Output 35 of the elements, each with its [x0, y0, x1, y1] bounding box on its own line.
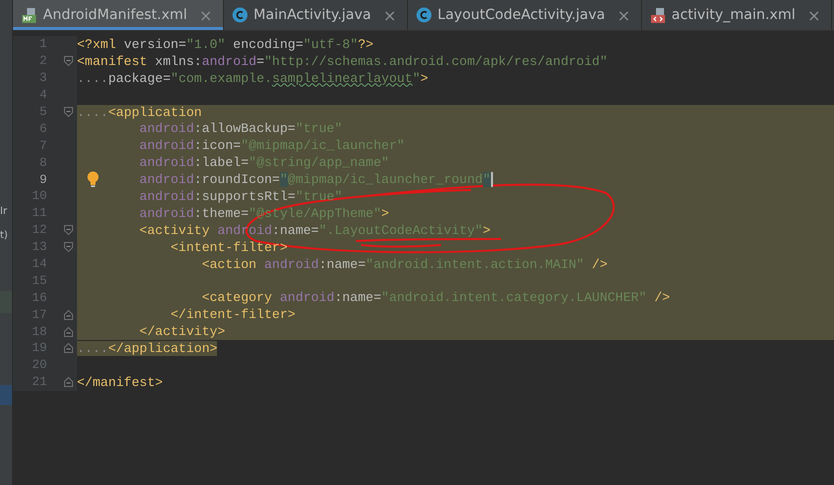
close-icon[interactable]: × [617, 6, 631, 24]
file-tab[interactable]: activity_main.xml × [642, 0, 832, 30]
code-line: <?xml version="1.0" encoding="utf-8"?> [77, 36, 374, 52]
unfold-icon[interactable] [64, 326, 73, 337]
panel-row-highlight [0, 385, 12, 405]
file-tab[interactable]: LayoutCodeActivity.java × [408, 0, 642, 30]
code-line: ....</application> [77, 340, 218, 356]
layout-file-icon [650, 7, 666, 23]
code-line: </intent-filter> [170, 307, 296, 322]
code-line: </manifest> [77, 374, 163, 390]
class-icon [416, 7, 432, 23]
fold-icon[interactable] [64, 225, 73, 236]
fold-icon[interactable] [64, 242, 73, 252]
code-line: ....<application [77, 104, 202, 120]
code-line: </activity> [138, 324, 226, 340]
panel-text: Ir [0, 206, 8, 219]
unfold-icon[interactable] [64, 310, 73, 320]
close-icon[interactable]: × [199, 6, 213, 24]
line-number: 9 [38, 172, 47, 187]
panel-text: t) [0, 230, 9, 243]
unfold-icon[interactable] [64, 377, 73, 388]
close-icon[interactable]: × [383, 6, 397, 24]
lightbulb-icon[interactable] [86, 171, 100, 188]
code-line: android:supportsRtl="true" [138, 188, 342, 204]
file-tab[interactable]: MainActivity.java × [224, 0, 408, 30]
fold-icon[interactable] [64, 56, 73, 66]
code-line: <intent-filter> [170, 240, 288, 255]
unfold-icon[interactable] [64, 343, 73, 354]
code-line: <manifest xmlns:android="http://schemas.android.com/apk/res/android" [77, 54, 608, 69]
close-icon[interactable]: × [807, 6, 821, 24]
fold-icon[interactable] [64, 107, 73, 117]
code-line: ....package="com.example.samplelinearlayout"> [77, 70, 428, 86]
class-icon [232, 7, 248, 23]
file-tab[interactable]: AndroidManifest.xml × [13, 0, 224, 30]
manifest-file-icon [21, 7, 37, 23]
